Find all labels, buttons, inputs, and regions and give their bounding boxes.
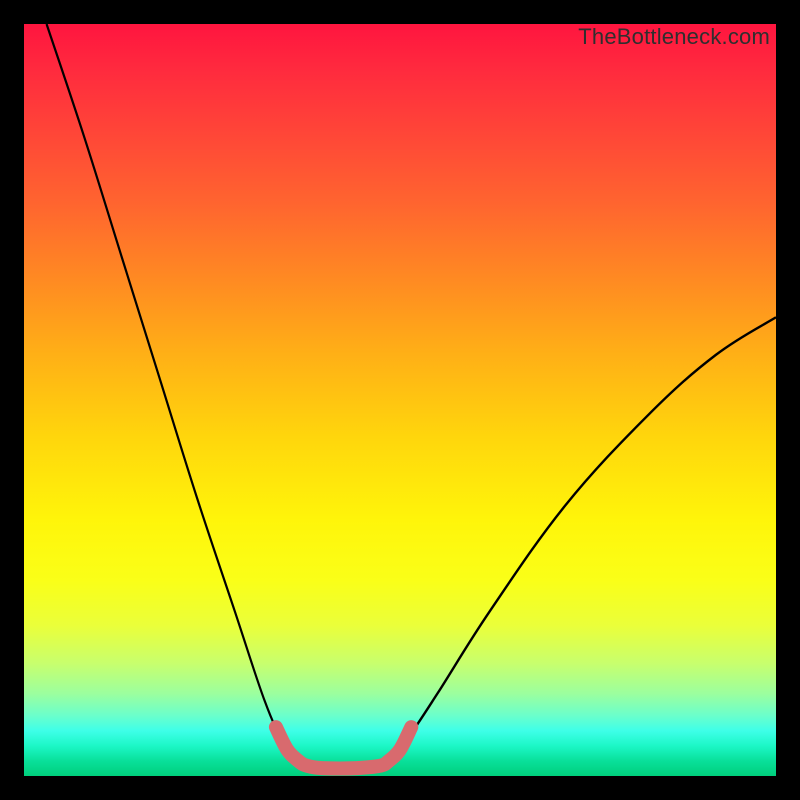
chart-curves — [24, 24, 776, 776]
curve-left — [47, 24, 306, 765]
curve-optimal-band — [276, 727, 411, 768]
curve-right — [381, 317, 776, 765]
plot-area: TheBottleneck.com — [24, 24, 776, 776]
